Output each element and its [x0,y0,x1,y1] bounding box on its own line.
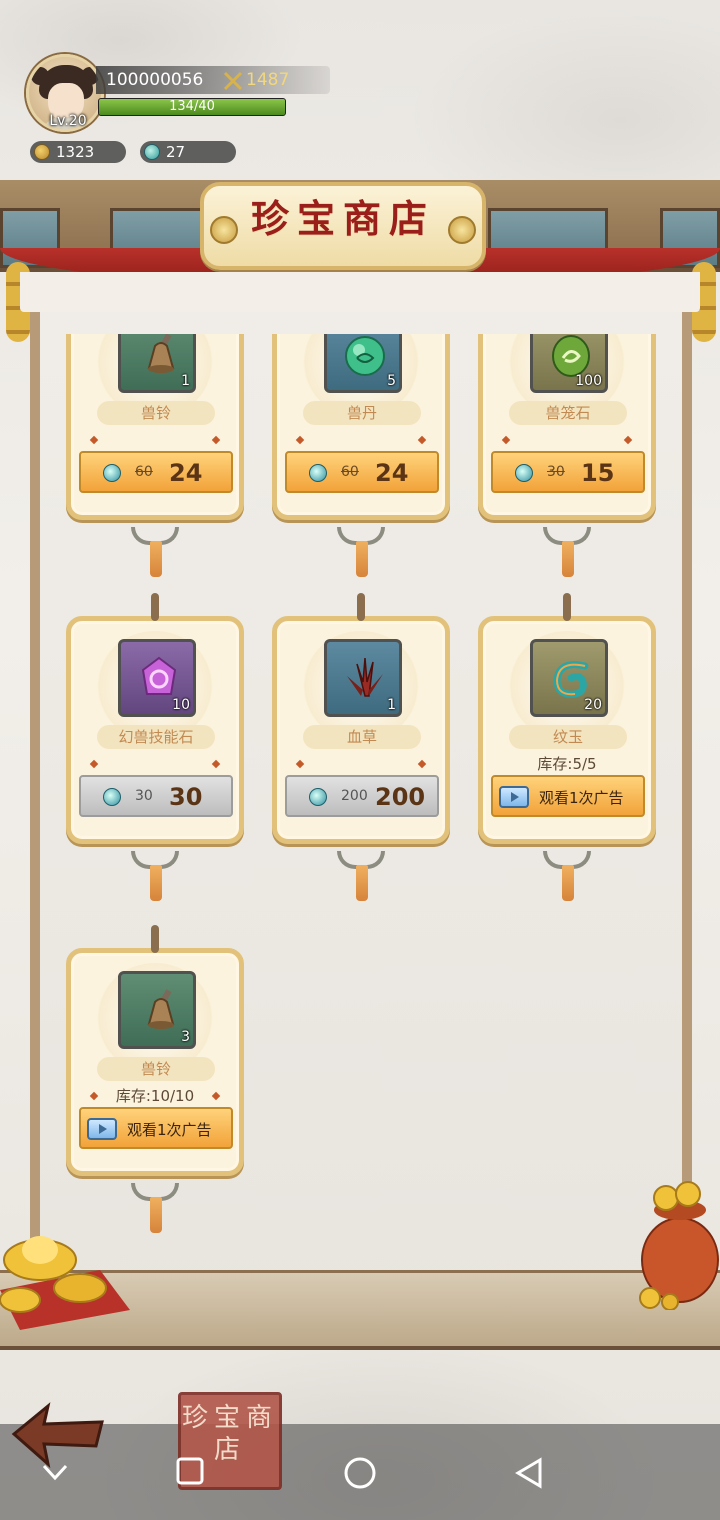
original-price: 30 [135,788,153,804]
shop-item-grid[interactable]: 1 兽铃 60 24 5 兽丹 60 24 100 兽笼石 30 15 10 幻… [58,334,662,1264]
tassel [150,865,162,901]
gold-ingot-pile [0,1236,130,1330]
item-slot: 100 [530,334,608,393]
coin-counter[interactable]: 1323 [30,141,126,163]
item-count: 20 [584,697,602,713]
watch-ad-label: 观看1次广告 [127,1121,212,1139]
item-name: 兽笼石 [509,401,627,425]
item-name: 兽铃 [97,401,215,425]
jade-icon [309,788,327,806]
tassel [150,1197,162,1233]
watch-ad-label: 观看1次广告 [539,789,624,807]
jade-icon [309,464,327,482]
original-price: 60 [135,464,153,480]
tassel [356,865,368,901]
shop-card[interactable]: 20 纹玉 库存:5/5 观看1次广告 [478,593,656,901]
item-count: 1 [181,373,190,389]
original-price: 60 [341,464,359,480]
video-icon [87,1118,117,1140]
shop-card[interactable]: 1 兽铃 60 24 [66,334,244,577]
combat-power: 1487 [246,70,290,90]
pill-icon [345,336,385,376]
item-name: 血草 [303,725,421,749]
jade-icon [144,144,160,160]
recents-icon[interactable] [175,1456,205,1486]
sale-price: 200 [375,783,426,811]
item-slot: 1 [118,334,196,393]
exp-bar: 134/40 [98,98,286,116]
video-icon [499,786,529,808]
stock-label: 库存:10/10 [115,1087,195,1105]
stock-label: 库存:5/5 [537,755,597,773]
watch-ad-button[interactable]: 观看1次广告 [491,775,645,817]
home-icon[interactable] [343,1456,377,1490]
original-price: 30 [547,464,565,480]
shop-card[interactable]: 100 兽笼石 30 15 [478,334,656,577]
player-level: Lv.20 [49,113,87,129]
original-price: 200 [341,788,368,804]
item-count: 100 [575,373,602,389]
sale-price: 30 [169,783,203,811]
item-slot: 3 [118,971,196,1049]
sale-price: 15 [581,459,615,487]
item-slot: 5 [324,334,402,393]
jade-icon [515,464,533,482]
bell-icon [147,989,175,1029]
item-name: 兽丹 [303,401,421,425]
buy-button[interactable]: 60 24 [79,451,233,493]
sale-price: 24 [375,459,409,487]
tassel [562,865,574,901]
shop-card[interactable]: 1 血草 200 200 [272,593,450,901]
blood-grass-icon [347,657,383,697]
buy-button[interactable]: 30 15 [491,451,645,493]
item-name: 兽铃 [97,1057,215,1081]
banner-lining [20,272,700,312]
tassel [150,541,162,577]
bell-icon [147,334,175,373]
sale-price: 24 [169,459,203,487]
coin-icon [34,144,50,160]
shop-card[interactable]: 10 幻兽技能石 30 30 [66,593,244,901]
shop-title: 珍宝商店 [250,196,435,241]
item-slot: 10 [118,639,196,717]
item-count: 10 [172,697,190,713]
item-slot: 1 [324,639,402,717]
item-name: 纹玉 [509,725,627,749]
item-name: 幻兽技能石 [97,725,215,749]
tassel [356,541,368,577]
tassel [562,541,574,577]
jade-icon [103,788,121,806]
chevron-down-icon[interactable] [40,1456,70,1486]
buy-button[interactable]: 30 30 [79,775,233,817]
coin-pot [639,1181,719,1310]
shop-card[interactable]: 5 兽丹 60 24 [272,334,450,577]
item-count: 5 [387,373,396,389]
watch-ad-button[interactable]: 观看1次广告 [79,1107,233,1149]
jade-amount: 27 [166,143,186,161]
item-count: 1 [387,697,396,713]
shop-card[interactable]: 3 兽铃 库存:10/10 观看1次广告 [66,925,244,1233]
crossed-swords-icon [223,71,243,91]
coin-amount: 1323 [56,143,95,161]
jade-icon [103,464,121,482]
back-triangle-icon[interactable] [512,1456,546,1490]
item-count: 3 [181,1029,190,1045]
jade-counter[interactable]: 27 [140,141,236,163]
buy-button[interactable]: 200 200 [285,775,439,817]
buy-button[interactable]: 60 24 [285,451,439,493]
exp-text: 134/40 [169,99,215,114]
item-slot: 20 [530,639,608,717]
player-id: 100000056 [106,70,204,90]
